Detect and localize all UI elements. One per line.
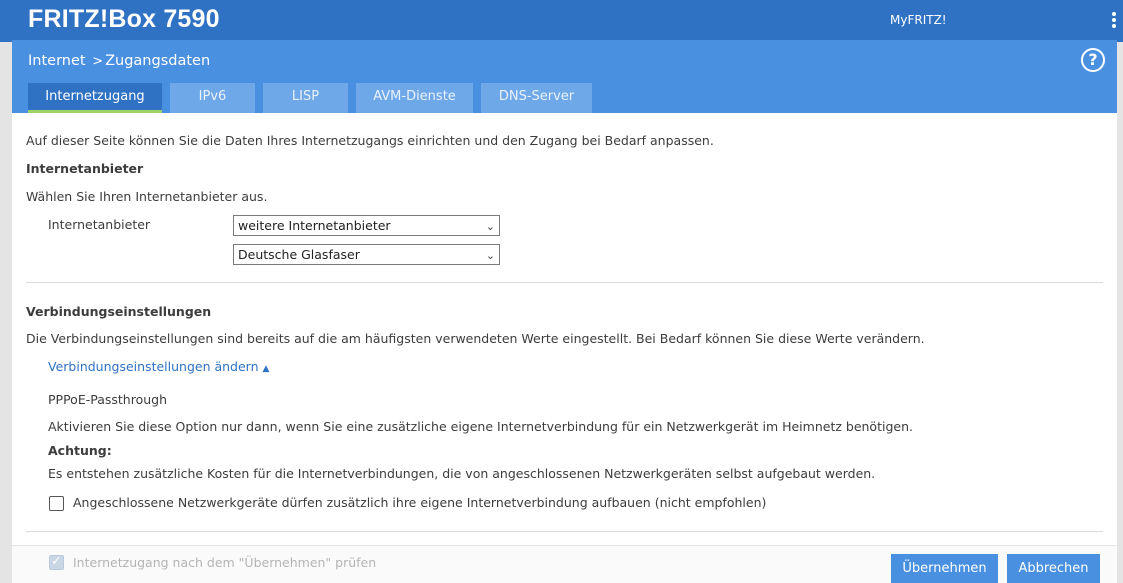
provider-value: Deutsche Glasfaser	[238, 247, 360, 262]
tab-internetzugang[interactable]: Internetzugang	[28, 83, 162, 113]
pppoe-passthrough-label[interactable]: Angeschlossene Netzwerkgeräte dürfen zus…	[73, 495, 766, 510]
provider-instruction: Wählen Sie Ihren Internetanbieter aus.	[26, 189, 268, 204]
pppoe-passthrough-checkbox[interactable]	[49, 496, 64, 511]
pppoe-description: Aktivieren Sie diese Option nur dann, we…	[48, 419, 913, 434]
footer-bar: Internetzugang nach dem "Übernehmen" prü…	[12, 545, 1117, 583]
help-icon[interactable]: ?	[1081, 48, 1105, 72]
provider-category-select[interactable]: weitere Internetanbieter ⌄	[233, 215, 500, 236]
breadcrumb: Internet > Zugangsdaten	[28, 53, 210, 69]
pppoe-title: PPPoE-Passthrough	[48, 392, 168, 407]
intro-text: Auf dieser Seite können Sie die Daten Ih…	[26, 133, 714, 148]
panel-header: Internet > Zugangsdaten ? Internetzugang …	[12, 40, 1117, 113]
brand-title: FRITZ!Box 7590	[28, 5, 220, 33]
myfritz-link[interactable]: MyFRITZ!	[890, 13, 947, 27]
divider	[26, 531, 1103, 532]
top-bar: FRITZ!Box 7590 MyFRITZ!	[0, 0, 1123, 42]
tab-lisp[interactable]: LISP	[263, 83, 348, 113]
check-connection-label: Internetzugang nach dem "Übernehmen" prü…	[73, 555, 377, 570]
cancel-button[interactable]: Abbrechen	[1007, 554, 1100, 583]
content-panel: Internet > Zugangsdaten ? Internetzugang …	[12, 40, 1117, 583]
more-menu-icon[interactable]	[1109, 12, 1119, 30]
divider	[26, 282, 1103, 283]
connection-heading: Verbindungseinstellungen	[26, 304, 212, 319]
provider-heading: Internetanbieter	[26, 161, 144, 176]
breadcrumb-separator-icon: >	[92, 54, 104, 69]
warning-text: Es entstehen zusätzliche Kosten für die …	[48, 466, 876, 481]
caret-up-icon: ▲	[262, 364, 270, 374]
check-connection-checkbox	[49, 554, 64, 570]
tab-dns-server[interactable]: DNS-Server	[481, 83, 592, 113]
provider-select[interactable]: Deutsche Glasfaser ⌄	[233, 244, 500, 265]
chevron-down-icon: ⌄	[485, 220, 495, 233]
chevron-down-icon: ⌄	[485, 249, 495, 262]
warning-label: Achtung:	[48, 443, 112, 458]
breadcrumb-root[interactable]: Internet	[28, 53, 86, 69]
connection-description: Die Verbindungseinstellungen sind bereit…	[26, 331, 925, 346]
connection-settings-toggle[interactable]: Verbindungseinstellungen ändern ▲	[48, 359, 269, 374]
apply-button[interactable]: Übernehmen	[891, 554, 998, 583]
connection-settings-toggle-label: Verbindungseinstellungen ändern	[48, 359, 259, 374]
provider-field-label: Internetanbieter	[48, 217, 151, 232]
provider-category-value: weitere Internetanbieter	[238, 218, 391, 233]
breadcrumb-page: Zugangsdaten	[105, 53, 211, 69]
tab-ipv6[interactable]: IPv6	[170, 83, 255, 113]
tab-avm-dienste[interactable]: AVM-Dienste	[356, 83, 473, 113]
